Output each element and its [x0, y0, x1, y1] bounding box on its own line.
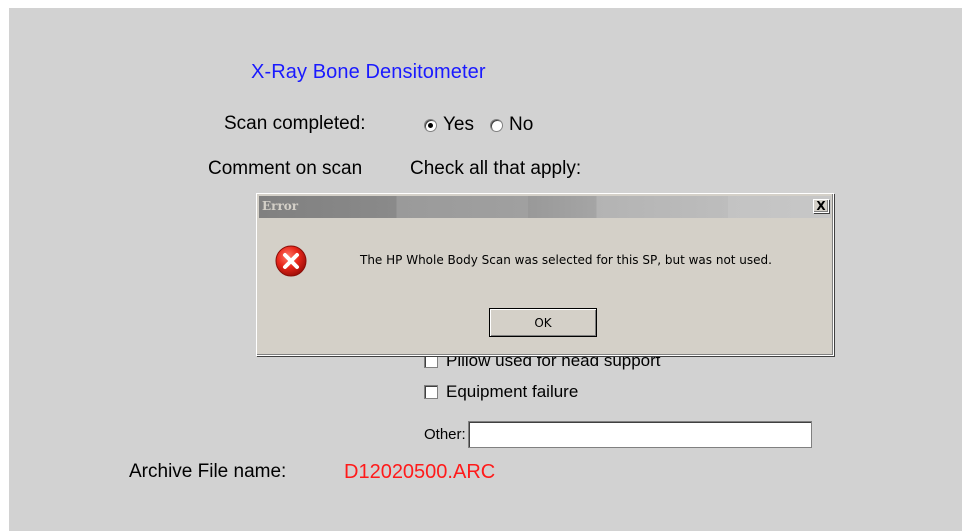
archive-file-name-value: D12020500.ARC	[344, 461, 496, 483]
check-all-label: Check all that apply:	[410, 158, 582, 179]
yes-radio[interactable]	[424, 118, 437, 132]
yes-radio-label: Yes	[443, 114, 474, 135]
equipment-failure-label: Equipment failure	[446, 382, 579, 401]
ok-button[interactable]: OK	[489, 308, 597, 337]
close-icon: X	[816, 199, 826, 213]
archive-file-name-label: Archive File name:	[129, 461, 287, 482]
ok-button-label: OK	[534, 315, 552, 330]
other-label: Other:	[424, 426, 466, 443]
comment-on-scan-label: Comment on scan	[208, 158, 363, 179]
close-button[interactable]: X	[813, 199, 829, 213]
scan-completed-label: Scan completed:	[224, 113, 366, 134]
error-icon	[275, 245, 307, 277]
other-row: Other:	[424, 421, 812, 448]
no-radio[interactable]	[490, 118, 503, 132]
pillow-checkbox[interactable]	[424, 354, 438, 368]
other-input[interactable]	[467, 421, 812, 448]
form-title: X-Ray Bone Densitometer	[251, 61, 486, 83]
checkbox-row-equipment: Equipment failure	[424, 382, 578, 402]
scan-completed-radio-group: Yes No	[424, 114, 533, 136]
error-dialog: Error X The HP Whole Body Scan was selec…	[256, 193, 834, 356]
no-radio-label: No	[509, 114, 534, 135]
equipment-failure-checkbox[interactable]	[424, 385, 438, 399]
dialog-title: Error	[262, 199, 299, 213]
dialog-titlebar[interactable]: Error X	[259, 196, 831, 218]
app-window: X-Ray Bone Densitometer Scan completed: …	[0, 0, 962, 531]
dialog-message: The HP Whole Body Scan was selected for …	[360, 253, 772, 267]
